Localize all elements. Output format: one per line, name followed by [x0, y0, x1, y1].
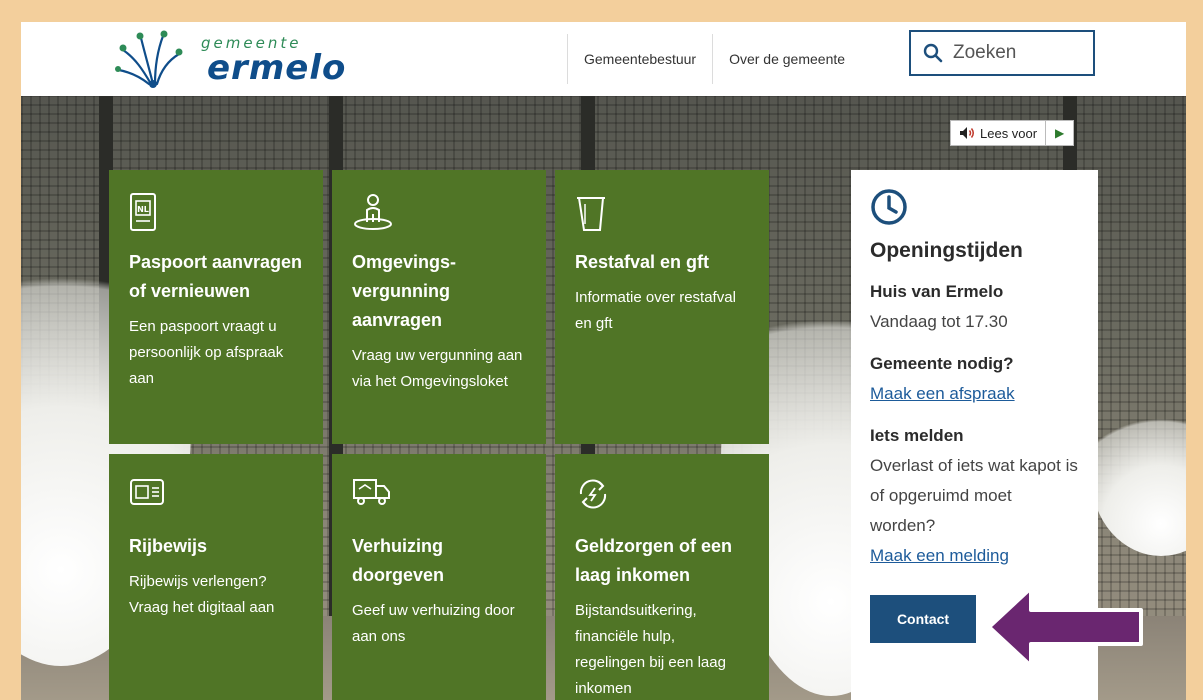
read-aloud-widget: Lees voor ▶: [950, 120, 1075, 146]
waste-bin-icon: [577, 197, 605, 231]
search-icon: [923, 43, 943, 63]
peacock-logo-icon: [115, 30, 183, 88]
tile-title: Paspoort aanvragen of vernieuwen: [129, 252, 303, 301]
tile-title: Geldzorgen of een laag inkomen: [575, 536, 733, 585]
search-box[interactable]: [909, 30, 1095, 76]
white-peacock-far-right: [1091, 396, 1186, 556]
tile-description: Rijbewijs verlengen? Vraag het digitaal …: [129, 573, 275, 616]
tile-omgevingsvergunning[interactable]: Omgevings-vergunning aanvragen Vraag uw …: [332, 170, 546, 444]
clock-icon: [871, 189, 907, 225]
tile-geldzorgen[interactable]: Geldzorgen of een laag inkomen Bijstands…: [555, 454, 769, 700]
today-hours: Vandaag tot 17.30: [870, 312, 1008, 331]
play-button[interactable]: ▶: [1046, 120, 1075, 146]
tile-title: Restafval en gft: [575, 252, 710, 272]
location-name: Huis van Ermelo: [870, 282, 1004, 301]
website-page: gemeente ermelo Gemeentebestuur Over de …: [21, 22, 1186, 700]
appointment-link[interactable]: Maak een afspraak: [870, 384, 1015, 403]
read-aloud-button[interactable]: Lees voor: [950, 120, 1047, 146]
search-input[interactable]: [951, 41, 1085, 65]
tile-verhuizing[interactable]: Verhuizing doorgeven Geef uw verhuizing …: [332, 454, 546, 700]
tile-description: Een paspoort vraagt u persoonlijk op afs…: [129, 318, 284, 387]
opening-hours-title: Openingstijden: [870, 239, 1023, 262]
tile-restafval[interactable]: Restafval en gft Informatie over restafv…: [555, 170, 769, 444]
tile-description: Informatie over restafval en gft: [575, 289, 736, 332]
read-aloud-label: Lees voor: [980, 125, 1038, 141]
tile-description: Bijstandsuitkering, financiële hulp, reg…: [575, 602, 726, 697]
contact-button[interactable]: Contact: [870, 595, 976, 643]
moving-truck-icon: [353, 479, 390, 505]
site-logo[interactable]: gemeente ermelo: [113, 26, 363, 90]
need-heading: Gemeente nodig?: [870, 354, 1014, 373]
tile-description: Vraag uw vergunning aan via het Omgeving…: [352, 347, 523, 390]
money-cycle-icon: [579, 479, 607, 509]
tile-rijbewijs[interactable]: Rijbewijs Rijbewijs verlengen? Vraag het…: [109, 454, 323, 700]
play-icon: ▶: [1054, 126, 1065, 140]
tile-title: Omgevings-vergunning aanvragen: [352, 252, 457, 330]
tile-title: Rijbewijs: [129, 536, 208, 556]
svg-text:NL: NL: [137, 205, 149, 214]
tile-description: Geef uw verhuizing door aan ons: [352, 602, 515, 645]
nav-link-over-de-gemeente[interactable]: Over de gemeente: [712, 34, 861, 84]
report-heading: Iets melden: [870, 426, 964, 445]
logo-text-ermelo: ermelo: [207, 48, 347, 88]
site-header: gemeente ermelo Gemeentebestuur Over de …: [21, 22, 1186, 97]
speaker-icon: [960, 127, 974, 139]
tile-title: Verhuizing doorgeven: [352, 536, 445, 585]
report-link[interactable]: Maak een melding: [870, 546, 1009, 565]
report-text: Overlast of iets wat kapot is of opgerui…: [870, 456, 1078, 535]
tile-paspoort[interactable]: NL Paspoort aanvragen of vernieuwen Een …: [109, 170, 323, 444]
nav-link-gemeentebestuur[interactable]: Gemeentebestuur: [567, 34, 712, 84]
passport-icon: NL: [130, 193, 156, 231]
driving-license-icon: [130, 479, 164, 505]
main-navigation: Gemeentebestuur Over de gemeente: [567, 22, 861, 96]
location-person-icon: [354, 194, 392, 230]
arrow-annotation-icon: [987, 586, 1143, 668]
